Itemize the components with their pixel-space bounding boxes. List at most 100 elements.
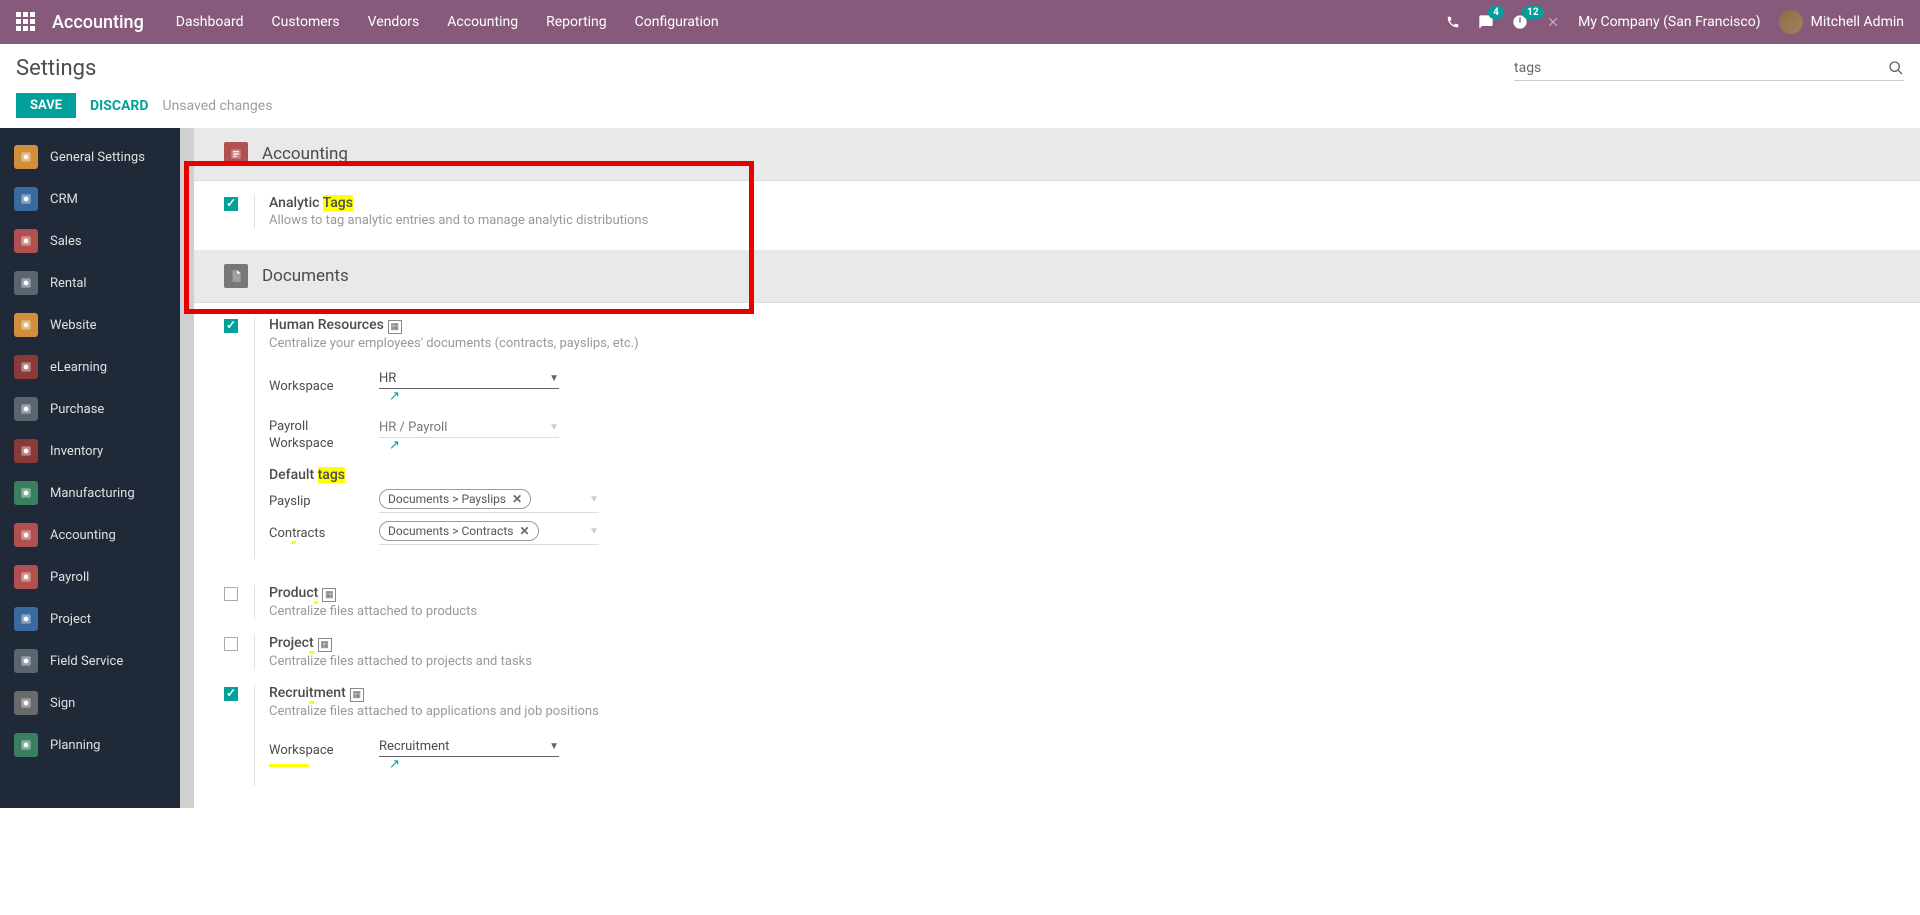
contracts-tag[interactable]: Documents > Contracts✕	[379, 521, 539, 541]
action-row: SAVE DISCARD Unsaved changes	[0, 87, 1920, 128]
menu-dashboard[interactable]: Dashboard	[176, 14, 244, 30]
brand: Accounting	[52, 12, 144, 33]
section-documents-head: Documents	[194, 250, 1920, 303]
external-link-icon[interactable]: ↗	[389, 389, 400, 404]
page-title: Settings	[16, 56, 96, 81]
settings-sidebar: General SettingsCRM Sales Rental WebsiteeLe…	[0, 128, 180, 808]
user-name: Mitchell Admin	[1811, 14, 1904, 30]
payroll-workspace-select[interactable]: HR / Payroll▼	[379, 418, 559, 438]
sidebar-item-label: Project	[50, 612, 91, 627]
setting-analytic-tags: Analytic Tags Allows to tag analytic ent…	[194, 181, 1920, 250]
sidebar-item-label: Planning	[50, 738, 100, 753]
hr-title: Human Resources▦	[269, 317, 1900, 334]
company-name[interactable]: My Company (San Francisco)	[1578, 14, 1760, 30]
section-documents-title: Documents	[262, 266, 349, 286]
sidebar-item-website[interactable]: Website	[0, 304, 180, 346]
close-icon[interactable]	[1546, 15, 1560, 29]
activity-badge: 12	[1522, 6, 1543, 19]
project-title: Project▦	[269, 635, 1900, 652]
discard-button[interactable]: DISCARD	[90, 98, 148, 114]
product-desc: Centralize files attached to products	[269, 604, 1900, 619]
building-icon[interactable]: ▦	[388, 320, 402, 334]
chat-badge: 4	[1488, 6, 1504, 19]
menu-configuration[interactable]: Configuration	[635, 14, 719, 30]
project-desc: Centralize files attached to projects an…	[269, 654, 1900, 669]
sidebar-scrollbar[interactable]	[180, 128, 194, 808]
payslip-tag[interactable]: Documents > Payslips✕	[379, 489, 531, 509]
external-link-icon[interactable]: ↗	[389, 438, 400, 453]
sidebar-item-label: Field Service	[50, 654, 123, 669]
sidebar-item-label: Rental	[50, 276, 87, 291]
setting-recruitment: Recruitment▦ Centralize files attached t…	[194, 681, 1920, 808]
sidebar-item-field-service[interactable]: Field Service	[0, 640, 180, 682]
menu-reporting[interactable]: Reporting	[546, 14, 607, 30]
sidebar-icon	[14, 271, 38, 295]
sidebar-icon	[14, 439, 38, 463]
content: General SettingsCRM Sales Rental WebsiteeLe…	[0, 128, 1920, 808]
caret-down-icon: ▼	[549, 741, 559, 752]
sidebar-item-inventory[interactable]: Inventory	[0, 430, 180, 472]
activity-icon[interactable]: 12	[1512, 14, 1528, 30]
sidebar-item-general-settings[interactable]: General Settings	[0, 136, 180, 178]
recruitment-checkbox[interactable]	[224, 687, 238, 701]
sidebar-icon	[14, 607, 38, 631]
product-title: Product▦	[269, 585, 1900, 602]
building-icon[interactable]: ▦	[350, 688, 364, 702]
sidebar-item-sales[interactable]: Sales	[0, 220, 180, 262]
remove-tag-icon[interactable]: ✕	[512, 492, 522, 506]
workspace-select[interactable]: HR▼	[379, 369, 559, 389]
section-accounting-title: Accounting	[262, 144, 348, 164]
sidebar-item-manufacturing[interactable]: Manufacturing	[0, 472, 180, 514]
recruitment-title: Recruitment▦	[269, 685, 1900, 702]
sidebar-item-payroll[interactable]: Payroll	[0, 556, 180, 598]
sidebar-item-planning[interactable]: Planning	[0, 724, 180, 766]
menu-accounting[interactable]: Accounting	[447, 14, 518, 30]
sidebar-item-label: Inventory	[50, 444, 103, 459]
sidebar-item-purchase[interactable]: Purchase	[0, 388, 180, 430]
settings-main: Accounting Analytic Tags Allows to tag a…	[194, 128, 1920, 808]
payroll-workspace-label: Payroll Workspace	[269, 419, 351, 453]
sidebar-icon	[14, 523, 38, 547]
building-icon[interactable]: ▦	[322, 588, 336, 602]
menu-customers[interactable]: Customers	[272, 14, 340, 30]
search-input[interactable]	[1514, 56, 1888, 80]
sidebar-item-label: Sales	[50, 234, 82, 249]
payslip-label: Payslip	[269, 494, 351, 509]
search-icon[interactable]	[1888, 60, 1904, 76]
hr-desc: Centralize your employees' documents (co…	[269, 336, 1900, 351]
menu-vendors[interactable]: Vendors	[368, 14, 420, 30]
sidebar-item-elearning[interactable]: eLearning	[0, 346, 180, 388]
phone-icon[interactable]	[1446, 15, 1460, 29]
search-box[interactable]	[1514, 56, 1904, 81]
sidebar-icon	[14, 649, 38, 673]
sidebar-item-label: Payroll	[50, 570, 89, 585]
building-icon[interactable]: ▦	[318, 638, 332, 652]
chat-icon[interactable]: 4	[1478, 14, 1494, 30]
caret-down-icon[interactable]: ▼	[589, 494, 599, 505]
sidebar-item-accounting[interactable]: Accounting	[0, 514, 180, 556]
recruitment-workspace-select[interactable]: Recruitment▼	[379, 737, 559, 757]
sidebar-item-sign[interactable]: Sign	[0, 682, 180, 724]
sidebar-item-label: Accounting	[50, 528, 116, 543]
project-checkbox[interactable]	[224, 637, 238, 651]
product-checkbox[interactable]	[224, 587, 238, 601]
hr-checkbox[interactable]	[224, 319, 238, 333]
sidebar-item-rental[interactable]: Rental	[0, 262, 180, 304]
sidebar-icon	[14, 145, 38, 169]
sidebar-item-label: Manufacturing	[50, 486, 135, 501]
save-button[interactable]: SAVE	[16, 93, 76, 118]
caret-down-icon: ▼	[549, 422, 559, 433]
sidebar-icon	[14, 481, 38, 505]
analytic-tags-desc: Allows to tag analytic entries and to ma…	[269, 213, 1900, 228]
user-menu[interactable]: Mitchell Admin	[1779, 10, 1904, 34]
apps-icon[interactable]	[16, 12, 36, 32]
avatar	[1779, 10, 1803, 34]
sidebar-icon	[14, 187, 38, 211]
external-link-icon[interactable]: ↗	[389, 757, 400, 772]
analytic-tags-checkbox[interactable]	[224, 197, 238, 211]
sidebar-icon	[14, 313, 38, 337]
sidebar-item-project[interactable]: Project	[0, 598, 180, 640]
caret-down-icon[interactable]: ▼	[589, 526, 599, 537]
remove-tag-icon[interactable]: ✕	[519, 524, 529, 538]
sidebar-item-crm[interactable]: CRM	[0, 178, 180, 220]
